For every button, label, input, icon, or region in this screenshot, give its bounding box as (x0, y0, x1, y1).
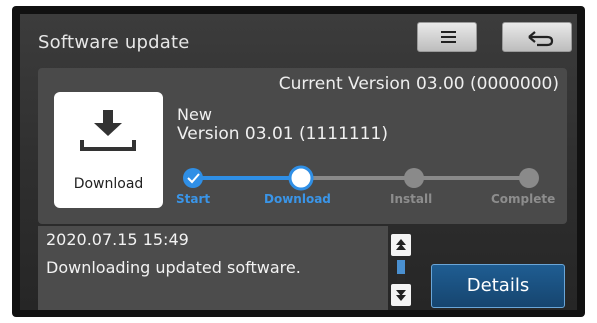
step-install-dot (404, 168, 424, 188)
back-button[interactable] (502, 22, 572, 52)
scroll-up-button[interactable] (391, 234, 411, 256)
step-label-complete: Complete (491, 192, 556, 206)
update-info-card: Current Version 03.00 (0000000) Download… (38, 68, 567, 224)
details-button[interactable]: Details (431, 264, 565, 308)
scroll-down-button[interactable] (391, 284, 411, 306)
step-download-dot (288, 165, 314, 191)
step-label-download: Download (264, 192, 331, 206)
software-update-screen: Software update Current Version 03.00 (0… (20, 14, 577, 310)
status-message: Downloading updated software. (46, 258, 301, 277)
page-title: Software update (38, 32, 190, 53)
scroll-bottom-icon (396, 290, 406, 301)
scrollbar-thumb[interactable] (397, 260, 405, 274)
step-label-install: Install (390, 192, 433, 206)
hamburger-menu-icon (441, 31, 456, 43)
status-panel: 2020.07.15 15:49 Downloading updated sof… (38, 226, 388, 310)
scroll-top-icon (396, 239, 406, 250)
step-start-dot (183, 168, 203, 188)
step-complete-dot (519, 168, 539, 188)
step-label-start: Start (176, 192, 211, 206)
menu-button[interactable] (417, 22, 477, 52)
back-arrow-icon (528, 31, 554, 47)
status-timestamp: 2020.07.15 15:49 (46, 230, 189, 249)
